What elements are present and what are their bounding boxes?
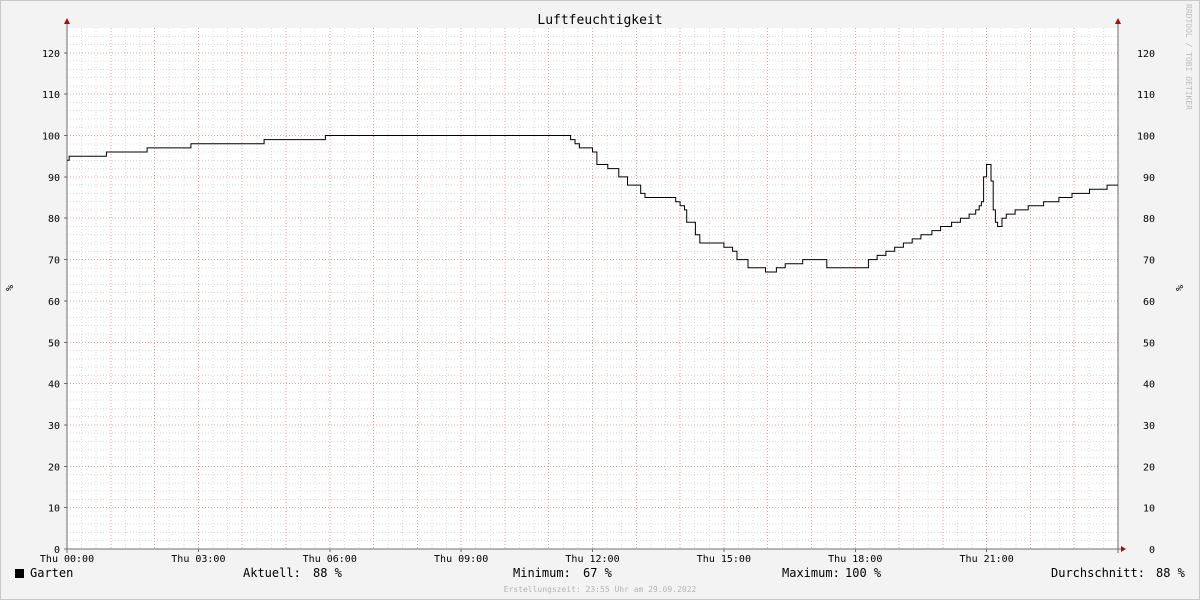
y-tick-label-left: 10	[48, 504, 60, 515]
y-tick-label-right: 20	[1143, 462, 1155, 473]
x-tick-label: Thu 12:00	[565, 554, 619, 565]
y-tick-label-left: 80	[48, 214, 60, 225]
y-axis-arrow-right	[1115, 18, 1121, 24]
y-tick-label-left: 40	[48, 380, 60, 391]
y-tick-label-right: 10	[1143, 504, 1155, 515]
y-tick-label-right: 120	[1137, 49, 1155, 60]
legend: Garten Aktuell: 88 % Minimum: 67 % Maxim…	[0, 566, 1200, 584]
x-tick-label: Thu 21:00	[960, 554, 1014, 565]
y-tick-label-right: 60	[1143, 297, 1155, 308]
y-axis-arrow-left	[64, 18, 70, 24]
legend-current-value: 88 %	[313, 566, 342, 580]
x-tick-label: Thu 03:00	[171, 554, 225, 565]
y-tick-label-left: 70	[48, 256, 60, 267]
y-tick-label-right: 90	[1143, 173, 1155, 184]
y-tick-label-right: 110	[1137, 90, 1155, 101]
x-axis-arrow	[1121, 546, 1126, 552]
y-tick-label-left: 90	[48, 173, 60, 184]
legend-max-value: 100 %	[845, 566, 882, 580]
legend-swatch	[15, 569, 24, 578]
y-tick-label-left: 20	[48, 462, 60, 473]
y-tick-label-right: 0	[1149, 545, 1155, 556]
y-axis-label-left: %	[5, 285, 16, 291]
x-tick-label: Thu 15:00	[697, 554, 751, 565]
y-tick-label-left: 30	[48, 421, 60, 432]
y-tick-label-right: 40	[1143, 380, 1155, 391]
legend-series-name: Garten	[30, 566, 74, 580]
y-axis-label-right: %	[1173, 285, 1184, 291]
x-tick-label: Thu 06:00	[303, 554, 357, 565]
y-tick-label-right: 50	[1143, 338, 1155, 349]
y-tick-label-right: 100	[1137, 132, 1155, 143]
y-tick-label-left: 110	[42, 90, 60, 101]
legend-min-value: 67 %	[583, 566, 612, 580]
y-tick-label-left: 120	[42, 49, 60, 60]
x-tick-label: Thu 00:00	[40, 554, 94, 565]
y-tick-label-right: 70	[1143, 256, 1155, 267]
watermark: RRDTOOL / TOBI OETIKER	[1184, 4, 1193, 110]
x-tick-label: Thu 18:00	[828, 554, 882, 565]
legend-current-label: Aktuell:	[243, 566, 301, 580]
y-tick-label-left: 100	[42, 132, 60, 143]
chart-canvas: Luftfeuchtigkeit % % 0 010 1020 2030 3040 405…	[5, 13, 1184, 565]
y-tick-label-right: 30	[1143, 421, 1155, 432]
legend-avg-label: Durchschnitt:	[1051, 566, 1145, 580]
footer-timestamp: Erstellungszeit: 23:55 Uhr am 29.09.2022	[503, 585, 697, 594]
chart-title: Luftfeuchtigkeit	[537, 13, 662, 28]
y-tick-label-left: 60	[48, 297, 60, 308]
x-tick-label: Thu 09:00	[434, 554, 488, 565]
legend-avg-value: 88 %	[1156, 566, 1185, 580]
y-tick-label-right: 80	[1143, 214, 1155, 225]
legend-max-label: Maximum:	[782, 566, 840, 580]
y-tick-label-left: 50	[48, 338, 60, 349]
legend-min-label: Minimum:	[513, 566, 571, 580]
